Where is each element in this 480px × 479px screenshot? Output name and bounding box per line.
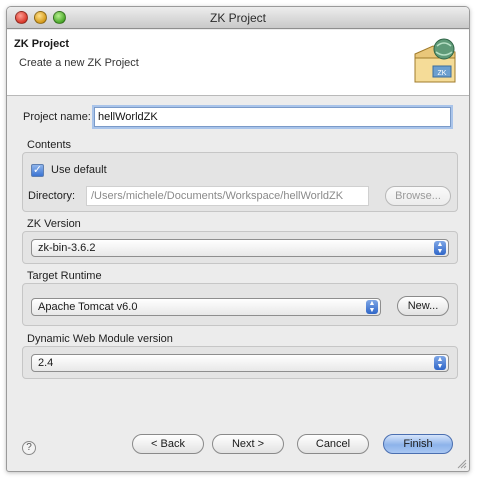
web-module-version-selected: 2.4: [38, 357, 54, 369]
next-button[interactable]: Next >: [212, 434, 284, 454]
wizard-banner: ZK Project Create a new ZK Project ZK: [7, 30, 469, 96]
banner-title: ZK Project: [14, 38, 70, 50]
web-module-version-label: Dynamic Web Module version: [27, 333, 173, 345]
project-name-input[interactable]: [94, 107, 451, 127]
directory-label: Directory:: [28, 190, 76, 202]
zk-project-wizard-icon: ZK: [414, 38, 456, 83]
use-default-label: Use default: [51, 164, 107, 176]
finish-button[interactable]: Finish: [383, 434, 453, 454]
icon-badge-text: ZK: [438, 70, 447, 77]
new-runtime-button[interactable]: New...: [397, 296, 449, 316]
resize-grip-icon[interactable]: [457, 459, 467, 469]
zk-version-group: zk-bin-3.6.2 ▲ ▼: [22, 231, 458, 264]
use-default-checkbox[interactable]: ✓: [31, 164, 44, 177]
select-arrows-icon: ▲ ▼: [434, 356, 446, 370]
target-runtime-group: Apache Tomcat v6.0 ▲ ▼ New...: [22, 283, 458, 326]
browse-button[interactable]: Browse...: [385, 186, 451, 206]
target-runtime-select[interactable]: Apache Tomcat v6.0 ▲ ▼: [31, 298, 381, 316]
banner-subtitle: Create a new ZK Project: [19, 57, 139, 69]
zk-version-selected: zk-bin-3.6.2: [38, 242, 96, 254]
back-button[interactable]: < Back: [132, 434, 204, 454]
help-icon[interactable]: ?: [22, 441, 36, 455]
directory-field: /Users/michele/Documents/Workspace/hellW…: [86, 186, 369, 206]
zk-version-label: ZK Version: [27, 218, 81, 230]
web-module-version-group: 2.4 ▲ ▼: [22, 346, 458, 379]
target-runtime-label: Target Runtime: [27, 270, 102, 282]
select-arrows-icon: ▲ ▼: [434, 241, 446, 255]
target-runtime-selected: Apache Tomcat v6.0: [38, 301, 138, 313]
web-module-version-select[interactable]: 2.4 ▲ ▼: [31, 354, 449, 372]
title-bar: ZK Project: [7, 7, 469, 29]
window-title: ZK Project: [209, 11, 266, 25]
wizard-window: ZK Project ZK Project Create a new ZK Pr…: [6, 6, 470, 472]
zk-version-select[interactable]: zk-bin-3.6.2 ▲ ▼: [31, 239, 449, 257]
project-name-label: Project name:: [23, 111, 91, 123]
contents-group: ✓ Use default Directory: /Users/michele/…: [22, 152, 458, 212]
select-arrows-icon: ▲ ▼: [366, 300, 378, 314]
contents-group-label: Contents: [27, 139, 72, 151]
cancel-button[interactable]: Cancel: [297, 434, 369, 454]
